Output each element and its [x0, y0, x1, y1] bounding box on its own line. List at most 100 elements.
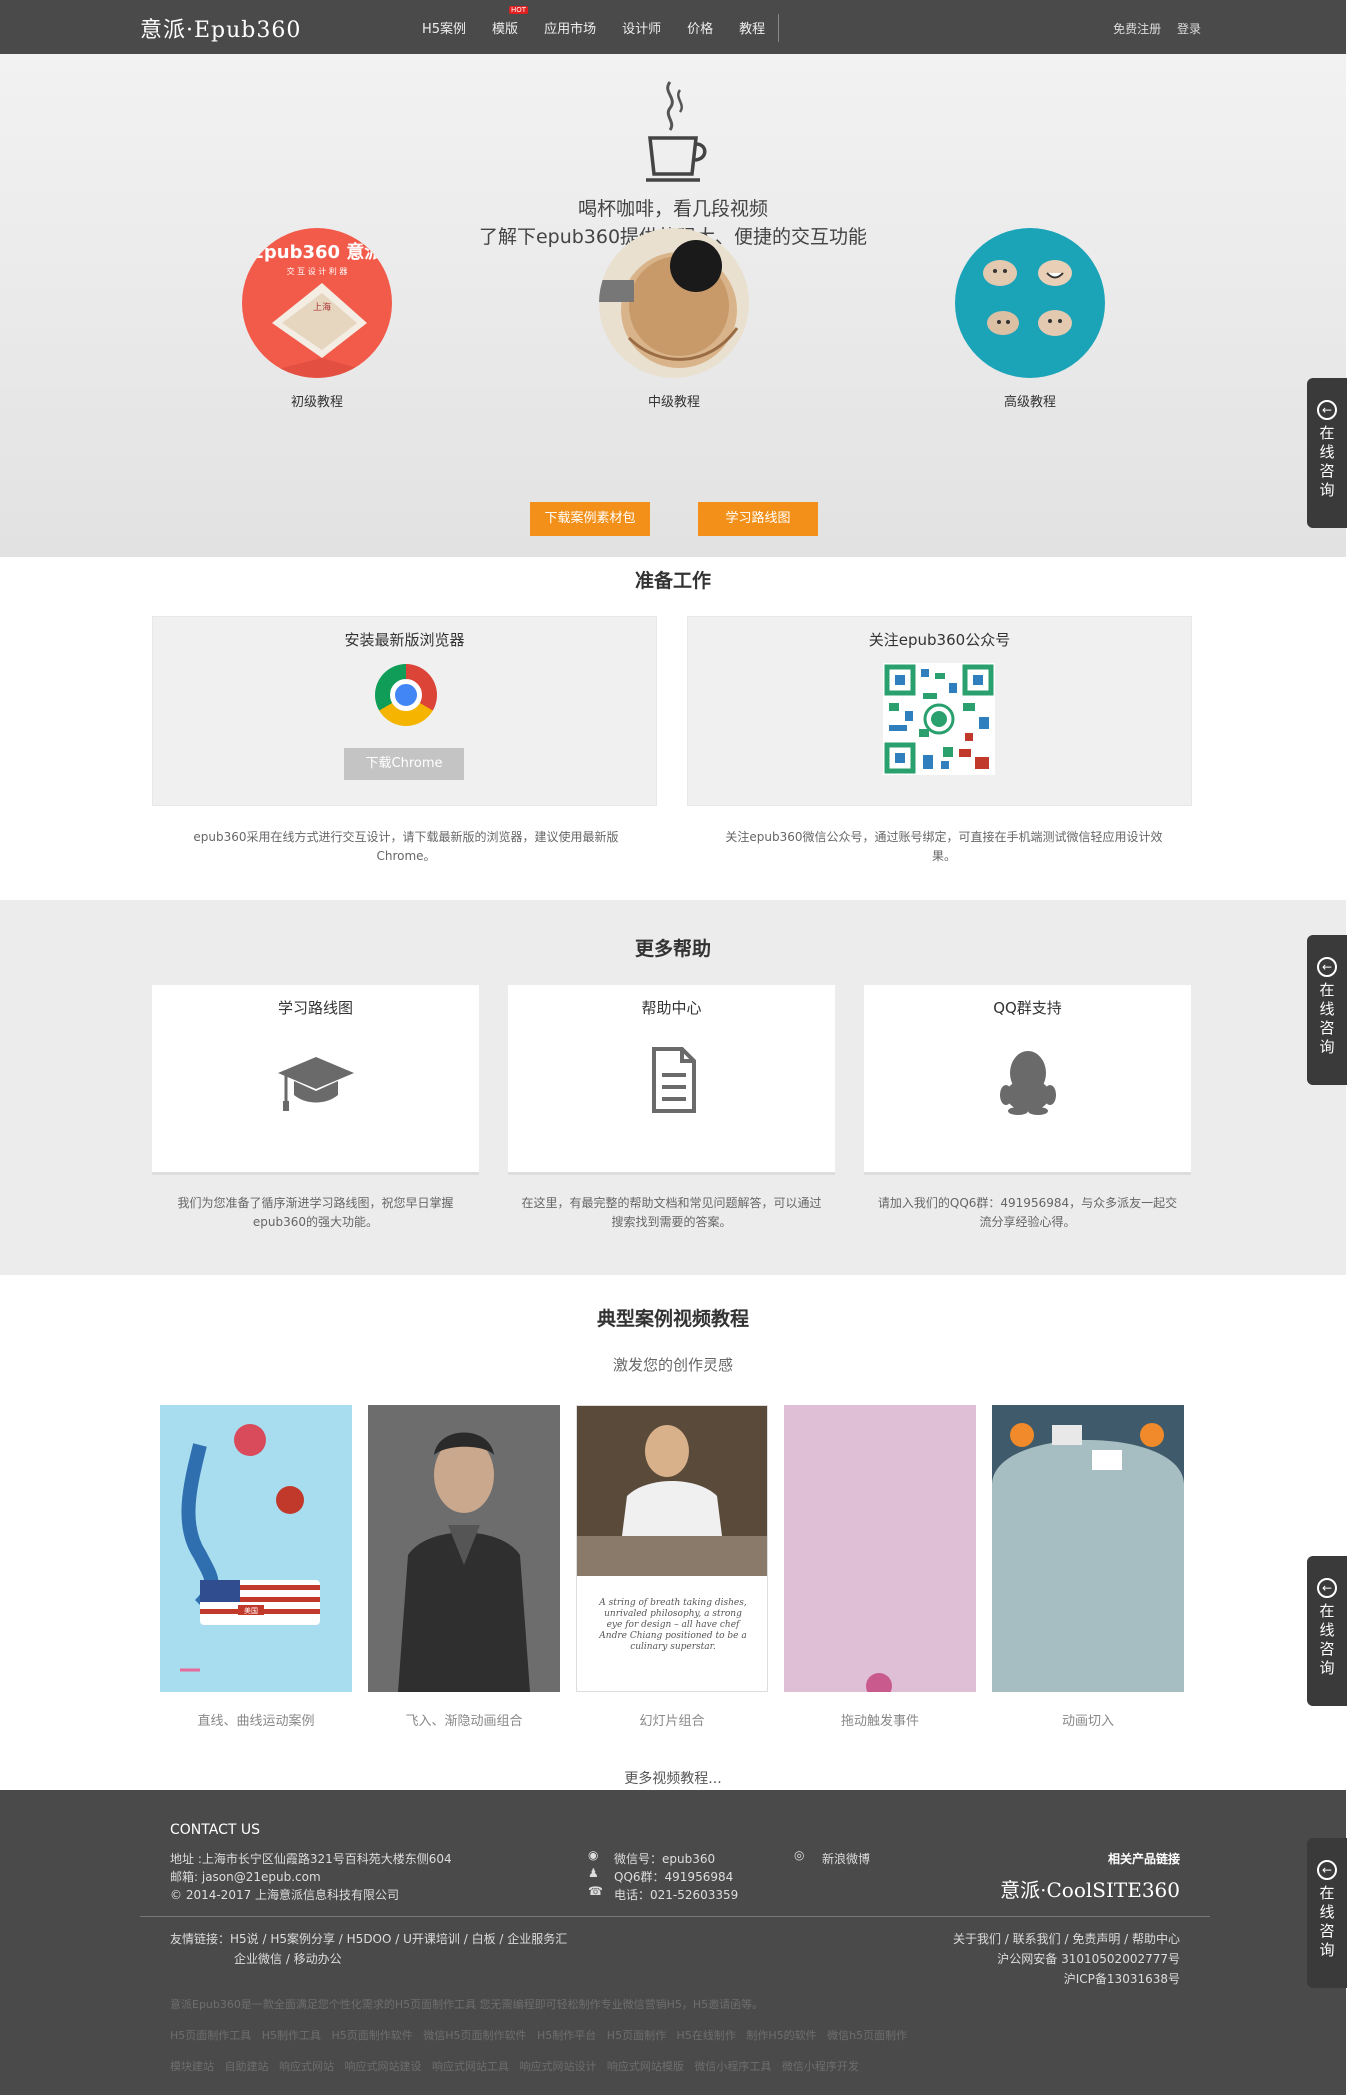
- coffee-cup-icon: [646, 81, 707, 182]
- case-thumb-line-motion[interactable]: 美国: [160, 1405, 352, 1692]
- arrow-left-icon: ←: [1317, 957, 1337, 977]
- slogan-text: 意派Epub360是一款全面满足您个性化需求的H5页面制作工具 您无需编程即可轻…: [170, 1998, 764, 2011]
- case-label-fly-in[interactable]: 飞入、渐隐动画组合: [368, 1710, 560, 1729]
- online-consult-label: 在线咨询: [1319, 981, 1335, 1056]
- wechat-desc: 关注epub360微信公众号，通过账号绑定，可直接在手机端测试微信轻应用设计效果…: [725, 830, 1163, 863]
- help-center-card[interactable]: 帮助中心: [508, 985, 835, 1175]
- help-title: 更多帮助: [634, 938, 711, 960]
- arrow-left-icon: ←: [1317, 400, 1337, 420]
- chrome-icon: [375, 664, 437, 726]
- prep-title: 准备工作: [634, 570, 711, 592]
- weibo-link[interactable]: 新浪微博: [822, 1850, 870, 1867]
- case-label-slideshow[interactable]: 幻灯片组合: [576, 1710, 768, 1729]
- wechat-id-text: 微信号：epub360: [614, 1852, 716, 1866]
- case-thumb-drag-trigger[interactable]: [784, 1405, 976, 1692]
- friend-links-2[interactable]: 企业微信 / 移动办公: [234, 1950, 342, 1967]
- wechat-icon: ◉: [588, 1848, 599, 1862]
- online-consult-tab[interactable]: ← 在线咨询: [1307, 378, 1347, 528]
- slideshow-caption: A string of breath taking dishes, unriva…: [599, 1598, 747, 1652]
- seo-links-1[interactable]: H5页面制作工具 H5制作工具 H5页面制作软件 微信H5页面制作软件 H5制作…: [170, 2027, 907, 2043]
- roadmap-card-title: 学习路线图: [277, 999, 353, 1017]
- arrow-left-icon: ←: [1317, 1860, 1337, 1880]
- chevron-up-icon[interactable]: [866, 1673, 892, 1692]
- roadmap-desc: 我们为您准备了循序渐进学习路线图，祝您早日掌握epub360的强大功能。: [177, 1196, 454, 1229]
- advanced-tutorial-image[interactable]: [955, 228, 1105, 378]
- hot-badge: HOT: [509, 5, 529, 14]
- online-consult-label: 在线咨询: [1319, 424, 1335, 499]
- more-videos-link[interactable]: 更多视频教程...: [0, 1768, 1346, 1788]
- intermediate-tutorial-label[interactable]: 中级教程: [599, 391, 749, 410]
- nav-templates-label: 模版: [492, 21, 519, 37]
- cases-title: 典型案例视频教程: [596, 1308, 749, 1330]
- qq-support-card[interactable]: QQ群支持: [864, 985, 1191, 1175]
- phone-icon: ☎: [588, 1884, 603, 1898]
- email-text: 邮箱: jason@21epub.com: [170, 1870, 321, 1884]
- contact-title: CONTACT US: [170, 1822, 260, 1838]
- online-consult-tab[interactable]: ← 在线咨询: [1307, 935, 1347, 1085]
- download-chrome-button[interactable]: 下载Chrome: [344, 748, 464, 780]
- qq-penguin-icon: [999, 1051, 1056, 1115]
- download-materials-button[interactable]: 下载案例素材包: [530, 502, 650, 536]
- help-center-desc: 在这里，有最完整的帮助文档和常见问题解答，可以通过搜索找到需要的答案。: [521, 1196, 822, 1229]
- help-center-card-title: 帮助中心: [641, 999, 702, 1017]
- address-text: 地址 :上海市长宁区仙霞路321号百科苑大楼东侧604: [170, 1852, 452, 1866]
- case-label-animation-in[interactable]: 动画切入: [992, 1710, 1184, 1729]
- footer: CONTACT US 地址 :上海市长宁区仙霞路321号百科苑大楼东侧604 邮…: [0, 1790, 1346, 2095]
- copyright-text: © 2014-2017 上海意派信息科技有限公司: [170, 1888, 400, 1902]
- browser-desc: epub360采用在线方式进行交互设计，请下载最新版的浏览器，建议使用最新版Ch…: [193, 830, 619, 863]
- case-label-line-motion[interactable]: 直线、曲线运动案例: [160, 1710, 352, 1729]
- browser-card-title: 安装最新版浏览器: [344, 631, 465, 649]
- seo-links-2[interactable]: 模块建站 自助建站 响应式网站 响应式网站建设 响应式网站工具 响应式网站设计 …: [170, 2058, 859, 2074]
- hero-line-1: 喝杯咖啡，看几段视频: [577, 198, 768, 220]
- site-logo[interactable]: 意派·Epub360: [140, 12, 301, 44]
- friend-links-1[interactable]: 友情链接：H5说 / H5案例分享 / H5DOO / U开课培训 / 白板 /…: [170, 1930, 567, 1947]
- case-thumb-fly-in[interactable]: [368, 1405, 560, 1692]
- online-consult-tab[interactable]: ← 在线咨询: [1307, 1838, 1347, 1988]
- weibo-icon[interactable]: ◎: [794, 1848, 804, 1862]
- wechat-card: 关注epub360公众号: [687, 616, 1192, 806]
- top-navbar: 意派·Epub360 H5案例 模版 HOT 应用市场 设计师 价格 教程 免费注…: [0, 0, 1346, 54]
- nav-divider: [778, 14, 779, 42]
- icp-record: 沪ICP备13031638号: [1063, 1972, 1180, 1986]
- phone-text: 电话：021-52603359: [614, 1888, 739, 1902]
- case-label-drag-trigger[interactable]: 拖动触发事件: [784, 1710, 976, 1729]
- nav-pricing[interactable]: 价格: [687, 18, 713, 37]
- qq-group-text: QQ6群：491956984: [614, 1870, 734, 1884]
- qq-support-card-title: QQ群支持: [993, 999, 1062, 1017]
- usa-map-label: 美国: [244, 1606, 258, 1615]
- stamp-text: 上海: [313, 301, 331, 313]
- police-record: 沪公网安备 31010502002777号: [997, 1952, 1180, 1966]
- case-thumb-slideshow[interactable]: A string of breath taking dishes, unriva…: [576, 1405, 768, 1692]
- nav-app-market[interactable]: 应用市场: [544, 18, 596, 37]
- beginner-tutorial-image[interactable]: Epub360 意派 交 互 设 计 利 器 上海: [242, 228, 392, 378]
- qq-icon: ♟: [588, 1866, 599, 1880]
- brand-sub-text: 交 互 设 计 利 器: [287, 266, 348, 276]
- wechat-card-title: 关注epub360公众号: [868, 631, 1011, 649]
- advanced-tutorial-label[interactable]: 高级教程: [955, 391, 1105, 410]
- document-icon: [651, 1047, 696, 1113]
- login-link[interactable]: 登录: [1177, 22, 1201, 36]
- learning-roadmap-button[interactable]: 学习路线图: [698, 502, 818, 536]
- online-consult-label: 在线咨询: [1319, 1884, 1335, 1959]
- coolsite-logo[interactable]: 意派·CoolSITE360: [990, 1874, 1180, 1903]
- case-thumb-animation-in[interactable]: [992, 1405, 1184, 1692]
- nav-tutorials[interactable]: 教程: [739, 18, 765, 37]
- browser-card: 安装最新版浏览器 下载Chrome: [152, 616, 657, 806]
- nav-designers[interactable]: 设计师: [622, 18, 661, 37]
- qq-support-desc: 请加入我们的QQ6群：491956984，与众多派友一起交流分享经验心得。: [877, 1196, 1178, 1229]
- nav-templates[interactable]: 模版 HOT: [492, 5, 529, 37]
- epub-brand-text: Epub360 意派: [252, 241, 384, 263]
- about-links[interactable]: 关于我们 / 联系我们 / 免责声明 / 帮助中心: [880, 1930, 1180, 1947]
- graduation-cap-icon: [277, 1057, 354, 1111]
- roadmap-card[interactable]: 学习路线图: [152, 985, 479, 1175]
- wechat-qr-code: [883, 663, 995, 775]
- related-title: 相关产品链接: [1107, 1852, 1180, 1866]
- footer-divider: [140, 1916, 1210, 1917]
- register-link[interactable]: 免费注册: [1113, 22, 1161, 36]
- beginner-tutorial-label[interactable]: 初级教程: [242, 391, 392, 410]
- online-consult-tab[interactable]: ← 在线咨询: [1307, 1556, 1347, 1706]
- online-consult-label: 在线咨询: [1319, 1602, 1335, 1677]
- intermediate-tutorial-image[interactable]: [599, 228, 749, 378]
- nav-h5-cases[interactable]: H5案例: [422, 18, 466, 37]
- main-nav: H5案例 模版 HOT 应用市场 设计师 价格 教程: [422, 0, 791, 54]
